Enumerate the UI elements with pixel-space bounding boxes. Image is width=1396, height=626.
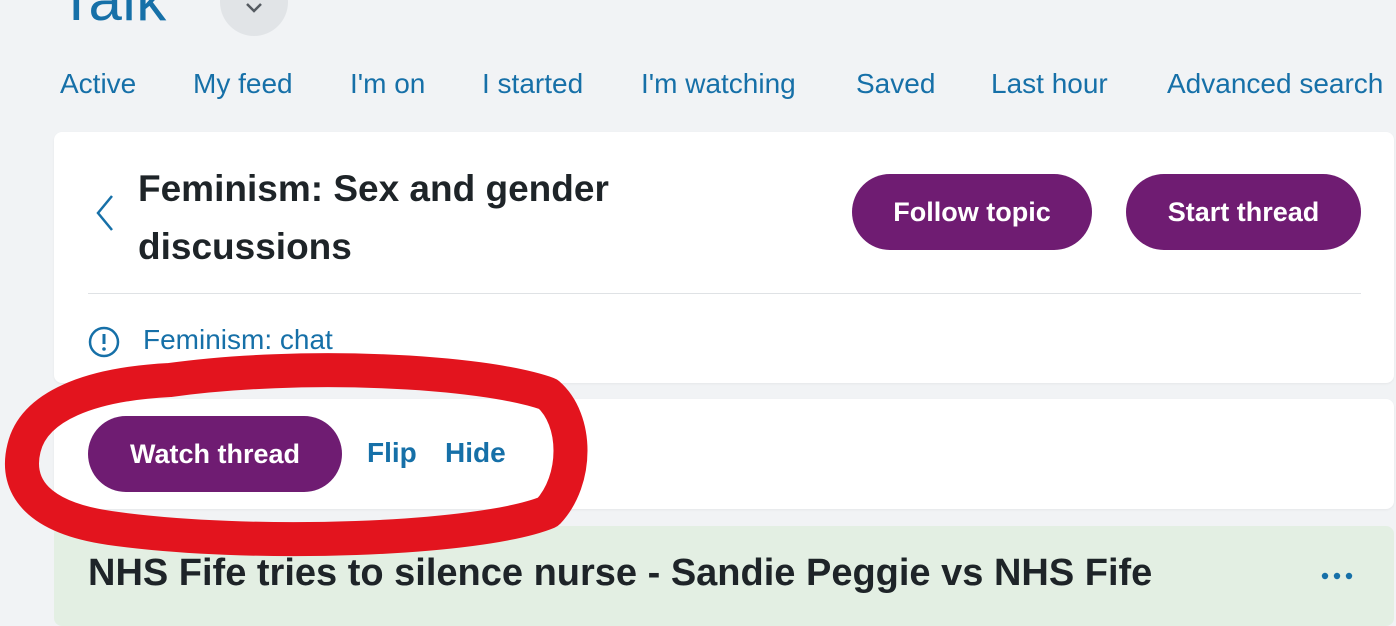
nav-my-feed[interactable]: My feed <box>193 68 293 100</box>
nav-active[interactable]: Active <box>60 68 136 100</box>
feminism-chat-link[interactable]: Feminism: chat <box>143 324 333 356</box>
nav-im-watching[interactable]: I'm watching <box>641 68 796 100</box>
flip-link[interactable]: Flip <box>367 437 417 469</box>
chevron-down-icon[interactable] <box>220 0 288 36</box>
start-thread-button[interactable]: Start thread <box>1126 174 1361 250</box>
nav-saved[interactable]: Saved <box>856 68 935 100</box>
nav-advanced-search[interactable]: Advanced search <box>1167 68 1383 100</box>
watch-thread-button[interactable]: Watch thread <box>88 416 342 492</box>
app-title: Talk <box>58 0 167 30</box>
hide-link[interactable]: Hide <box>445 437 506 469</box>
thread-title: NHS Fife tries to silence nurse - Sandie… <box>88 552 1153 594</box>
info-circle-icon <box>88 326 120 358</box>
nav-last-hour[interactable]: Last hour <box>991 68 1108 100</box>
divider <box>88 293 1361 294</box>
nav-im-on[interactable]: I'm on <box>350 68 425 100</box>
more-dots-icon[interactable] <box>1316 566 1358 586</box>
chevron-left-icon[interactable] <box>92 190 120 236</box>
nav-i-started[interactable]: I started <box>482 68 583 100</box>
talk-nav: Active My feed I'm on I started I'm watc… <box>0 68 1396 108</box>
follow-topic-button[interactable]: Follow topic <box>852 174 1092 250</box>
topic-title: Feminism: Sex and gender discussions <box>138 168 609 267</box>
